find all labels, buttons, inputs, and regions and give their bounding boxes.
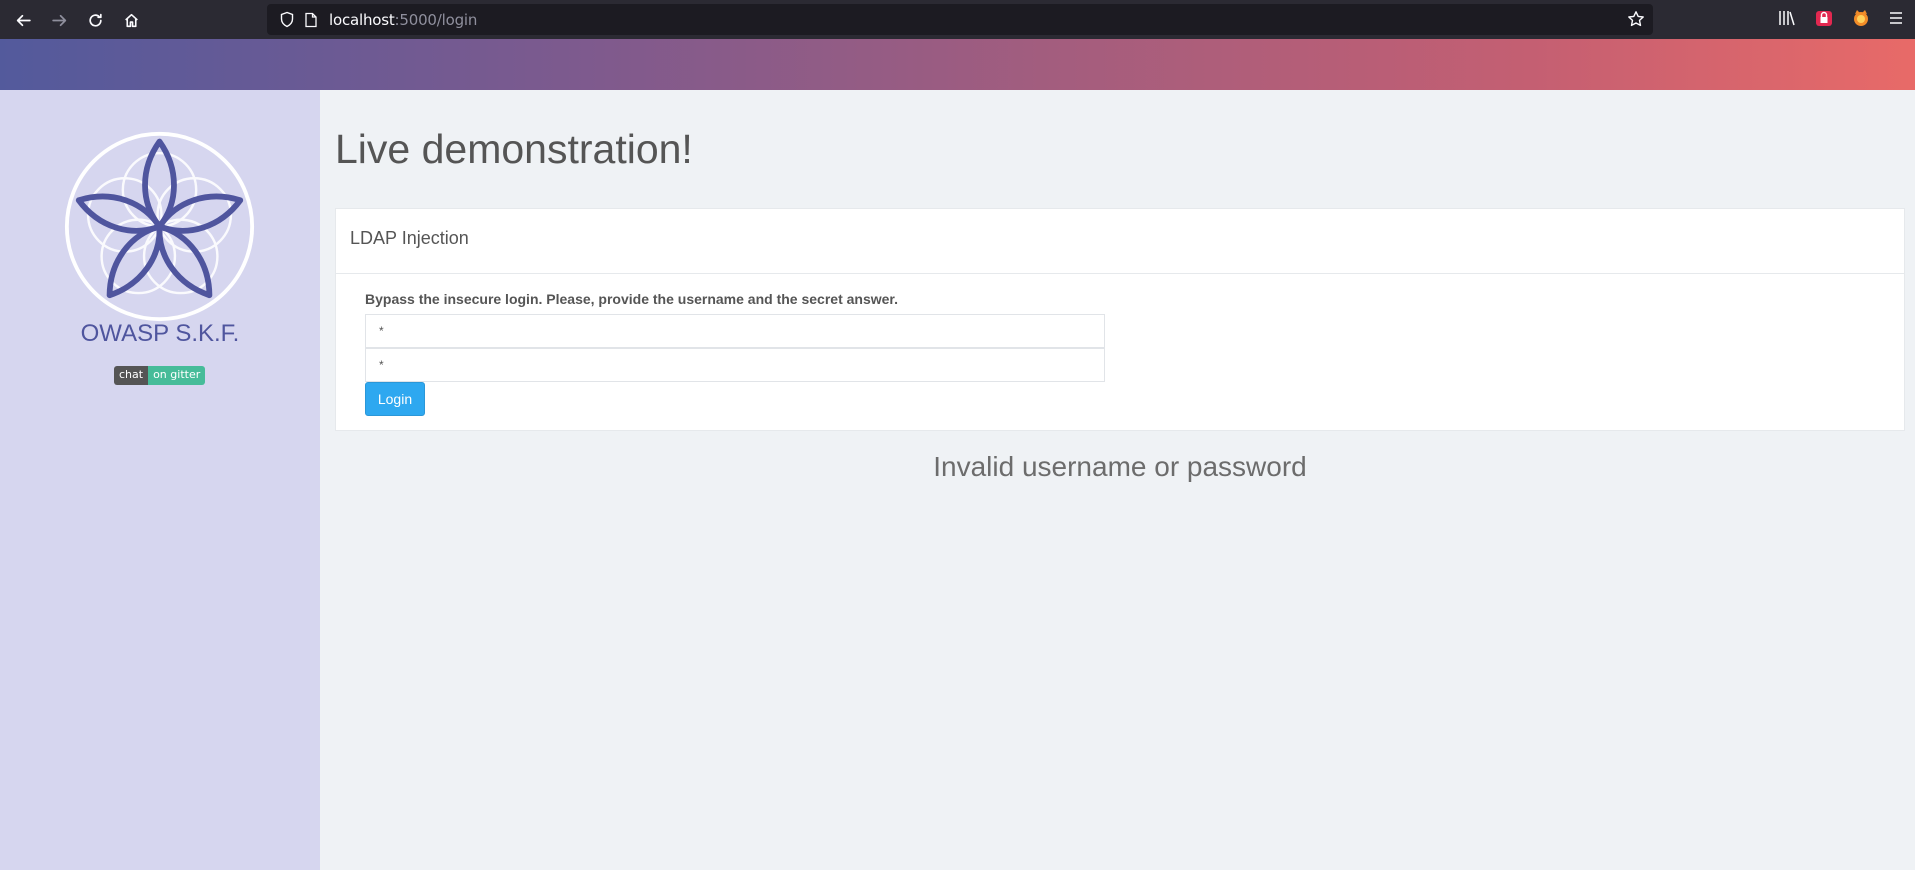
- extension-fox-button[interactable]: [1851, 8, 1871, 33]
- gitter-badge[interactable]: chat on gitter: [114, 366, 206, 385]
- forward-button[interactable]: [47, 8, 71, 32]
- menu-button[interactable]: [1888, 8, 1904, 33]
- fox-extension-icon: [1854, 10, 1868, 26]
- reload-button[interactable]: [83, 8, 107, 32]
- badge-left-label: chat: [114, 366, 149, 385]
- card-title: LDAP Injection: [336, 209, 1904, 274]
- instruction-text: Bypass the insecure login. Please, provi…: [365, 291, 898, 307]
- badge-right-label: on gitter: [148, 366, 206, 385]
- library-icon: [1779, 11, 1795, 26]
- extension-lock-button[interactable]: [1815, 8, 1833, 33]
- challenge-card: LDAP Injection Bypass the insecure login…: [335, 208, 1905, 431]
- library-button[interactable]: [1778, 8, 1796, 33]
- url-text[interactable]: localhost:5000/login: [329, 11, 477, 29]
- bookmark-star-icon[interactable]: [1627, 10, 1645, 28]
- sidebar: OWASP S.K.F. chat on gitter: [0, 90, 320, 870]
- brand-name: OWASP S.K.F.: [80, 320, 240, 347]
- lock-extension-icon: [1816, 11, 1832, 26]
- login-button[interactable]: Login: [365, 382, 425, 416]
- forward-arrow-icon: [51, 14, 66, 26]
- home-button[interactable]: [119, 8, 143, 32]
- secret-answer-field[interactable]: [365, 348, 1105, 382]
- reload-icon: [88, 13, 102, 27]
- url-host: localhost: [329, 11, 395, 29]
- owasp-skf-logo-icon[interactable]: [63, 130, 256, 323]
- back-arrow-icon: [16, 14, 31, 26]
- browser-toolbar: localhost:5000/login: [0, 0, 1915, 39]
- address-bar[interactable]: localhost:5000/login: [267, 4, 1653, 35]
- page-title: Live demonstration!: [335, 126, 693, 172]
- home-icon: [124, 13, 138, 27]
- url-path: :5000/login: [394, 11, 478, 29]
- app-header-bar: [0, 39, 1915, 90]
- shield-icon[interactable]: [279, 11, 295, 28]
- back-button[interactable]: [11, 8, 35, 32]
- page-info-icon[interactable]: [304, 12, 318, 28]
- username-field[interactable]: [365, 314, 1105, 348]
- error-message: Invalid username or password: [933, 451, 1307, 482]
- hamburger-menu-icon: [1890, 12, 1902, 24]
